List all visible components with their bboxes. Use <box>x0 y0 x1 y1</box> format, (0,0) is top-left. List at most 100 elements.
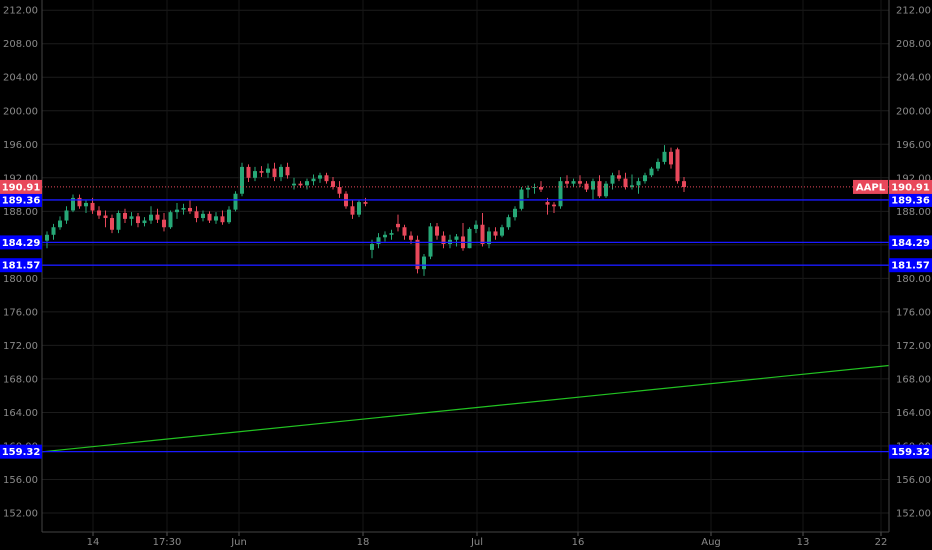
candle-body <box>279 166 283 177</box>
y-tick-label-right: 176.00 <box>896 307 931 318</box>
candle-body <box>116 212 121 230</box>
candle-body <box>123 212 127 219</box>
candle-body <box>662 151 667 162</box>
candle-body <box>181 207 186 210</box>
level-tag-right-label: 189.36 <box>891 195 930 206</box>
candle-body <box>682 181 686 188</box>
x-tick-label: Jul <box>470 537 483 548</box>
symbol-tag: AAPL <box>853 179 888 194</box>
candle-body <box>292 183 296 186</box>
candle-body <box>129 216 134 219</box>
candle-body <box>500 227 504 236</box>
candle-body <box>103 215 108 219</box>
level-tag-left: 181.57 <box>0 258 42 273</box>
candle-body <box>578 181 582 184</box>
candle-body <box>474 224 478 229</box>
y-tick-label-left: 196.00 <box>3 140 38 151</box>
y-tick-label-left: 180.00 <box>3 274 38 285</box>
y-tick-label-right: 164.00 <box>896 408 931 419</box>
candle-body <box>402 227 407 236</box>
candle-body <box>233 193 238 210</box>
y-tick-label-left: 168.00 <box>3 374 38 385</box>
y-tick-label-right: 188.00 <box>896 207 931 218</box>
y-tick-label-left: 200.00 <box>3 106 38 117</box>
y-tick-label-left: 156.00 <box>3 475 38 486</box>
candle-body <box>428 226 433 257</box>
y-tick-label-right: 200.00 <box>896 106 931 117</box>
candle-body <box>240 166 244 194</box>
candle-body <box>383 234 387 238</box>
candle-body <box>610 175 615 184</box>
candle-body <box>513 208 517 218</box>
candle-body <box>591 181 595 190</box>
candle-body <box>643 175 647 182</box>
y-tick-label-left: 212.00 <box>3 6 38 17</box>
last-price-tag-left-label: 190.91 <box>2 182 41 193</box>
y-tick-label-right: 204.00 <box>896 73 931 84</box>
candle-body <box>305 181 309 186</box>
candle-body <box>558 181 563 207</box>
x-tick-label: 22 <box>875 537 888 548</box>
candle-body <box>480 224 485 245</box>
candle-body <box>298 183 303 186</box>
candle-body <box>337 187 342 194</box>
candle-body <box>136 216 140 224</box>
candle-body <box>656 161 660 169</box>
x-tick-label: 13 <box>797 537 810 548</box>
level-tag-right: 189.36 <box>889 192 932 207</box>
candle-body <box>110 218 114 230</box>
candle-body <box>435 226 439 236</box>
chart-background <box>0 0 932 550</box>
candle-body <box>227 209 231 223</box>
level-tag-right: 181.57 <box>889 258 932 273</box>
candle-body <box>604 183 608 197</box>
x-tick-label: Aug <box>701 537 721 548</box>
candle-body <box>669 151 673 165</box>
candle-body <box>188 207 192 212</box>
candle-body <box>467 228 472 249</box>
y-tick-label-right: 152.00 <box>896 509 931 520</box>
candle-body <box>409 235 413 240</box>
candle-body <box>194 211 199 219</box>
candle-body <box>84 202 88 207</box>
candle-body <box>272 168 277 177</box>
candle-body <box>253 171 257 178</box>
candle-body <box>597 181 602 197</box>
y-tick-label-right: 180.00 <box>896 274 931 285</box>
candle-body <box>324 175 329 182</box>
candle-body <box>142 220 147 224</box>
level-tag-right-label: 181.57 <box>891 261 930 272</box>
candle-body <box>350 206 355 215</box>
candle-body <box>545 202 550 205</box>
candle-body <box>201 213 205 219</box>
level-tag-left-label: 159.32 <box>2 447 41 458</box>
level-tag-right-label: 159.32 <box>891 447 930 458</box>
last-price-tag-right-label: 190.91 <box>891 182 930 193</box>
candle-body <box>220 216 225 223</box>
y-tick-label-right: 156.00 <box>896 475 931 486</box>
y-tick-label-left: 172.00 <box>3 341 38 352</box>
candle-body <box>623 178 628 188</box>
y-tick-label-left: 208.00 <box>3 39 38 50</box>
candle-body <box>149 214 153 221</box>
level-tag-left: 189.36 <box>0 192 42 207</box>
y-tick-label-left: 164.00 <box>3 408 38 419</box>
y-tick-label-right: 212.00 <box>896 6 931 17</box>
level-tag-right: 184.29 <box>889 235 932 250</box>
candle-body <box>207 213 212 221</box>
candlestick-chart: 152.00152.00156.00156.00160.00160.00164.… <box>0 0 932 550</box>
candle-body <box>77 197 82 207</box>
candle-body <box>64 210 69 221</box>
candle-body <box>675 149 680 182</box>
candle-body <box>357 202 361 215</box>
x-tick-label: Jun <box>230 537 247 548</box>
candle-body <box>331 181 335 188</box>
last-price-tag-left: 190.91 <box>0 179 42 194</box>
level-tag-left-label: 184.29 <box>2 238 41 249</box>
candle-body <box>90 202 95 211</box>
candle-body <box>552 204 556 207</box>
x-tick-label: 17:30 <box>153 537 182 548</box>
y-tick-label-right: 196.00 <box>896 140 931 151</box>
y-tick-label-right: 168.00 <box>896 374 931 385</box>
level-tag-right-label: 184.29 <box>891 238 930 249</box>
